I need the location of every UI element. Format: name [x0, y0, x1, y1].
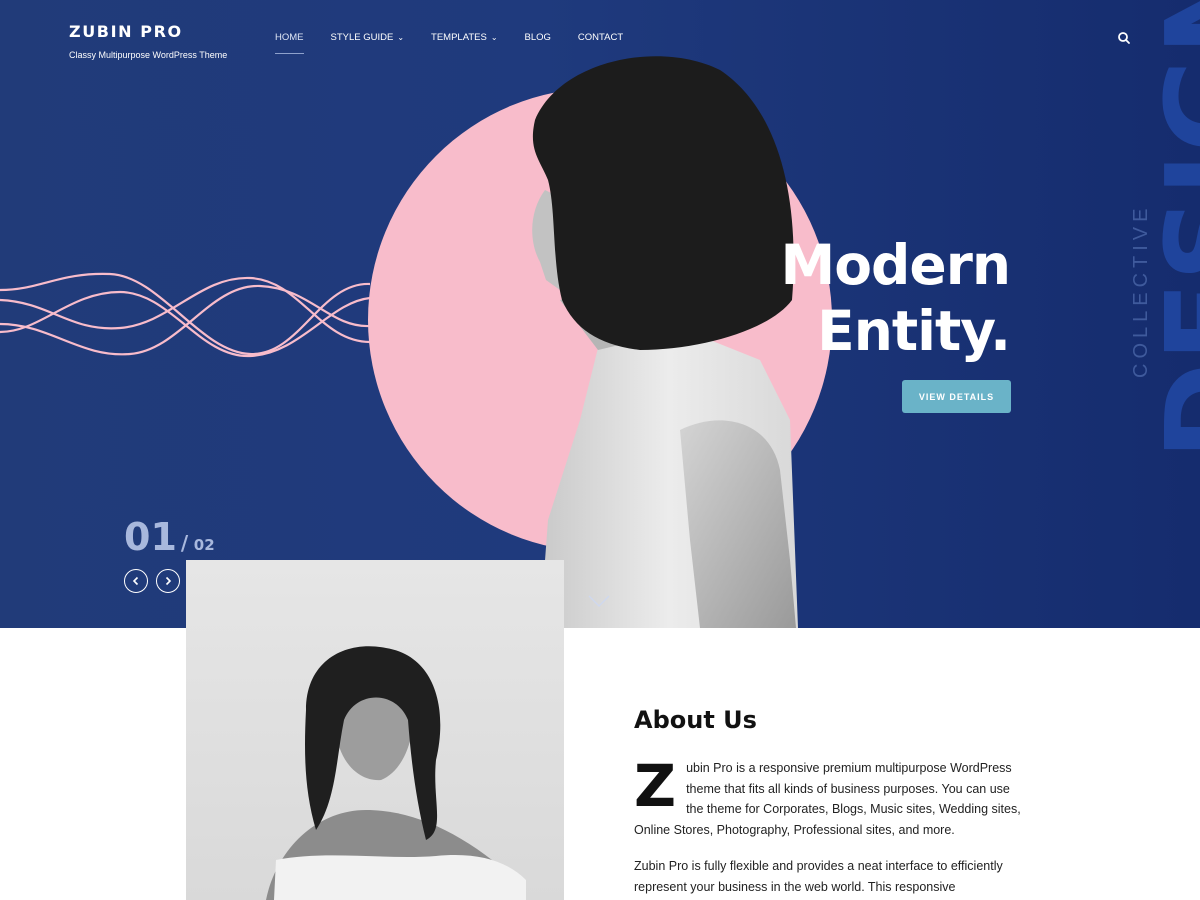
hero-headline-line2: Entity.: [817, 299, 1011, 363]
nav-item-home[interactable]: HOME: [275, 32, 304, 54]
chevron-down-icon: ⌄: [397, 33, 405, 42]
chevron-right-icon: [165, 576, 172, 586]
hero-headline: Modern Entity.: [780, 232, 1011, 364]
about-title: About Us: [634, 706, 757, 734]
nav-item-label: STYLE GUIDE: [330, 32, 394, 43]
about-dropcap: Z: [634, 752, 677, 820]
nav-item-label: BLOG: [524, 32, 551, 43]
hero-side-word-small: COLLECTIVE: [1130, 203, 1152, 378]
about-photo: [186, 560, 564, 900]
about-paragraph-2: Zubin Pro is fully flexible and provides…: [634, 859, 1003, 894]
search-button[interactable]: [1114, 28, 1134, 48]
slide-counter: 01/ 02: [124, 515, 215, 559]
view-details-button[interactable]: VIEW DETAILS: [902, 380, 1011, 413]
scroll-down-chevron-icon[interactable]: [588, 594, 610, 608]
site-title[interactable]: ZUBIN PRO: [69, 22, 227, 41]
hero-slider: DESIGN COLLECTIVE ZUBIN PRO Classy Multi…: [0, 0, 1200, 628]
about-paragraph-1-text: ubin Pro is a responsive premium multipu…: [634, 761, 1021, 837]
wave-lines-decoration: [0, 272, 371, 358]
nav-item-contact[interactable]: CONTACT: [578, 32, 623, 43]
chevron-down-icon: ⌄: [490, 33, 498, 42]
main-navigation: HOME STYLE GUIDE ⌄ TEMPLATES ⌄ BLOG CONT…: [275, 32, 650, 54]
about-woman-photo: [186, 560, 564, 900]
slider-prev-button[interactable]: [124, 569, 148, 593]
site-tagline: Classy Multipurpose WordPress Theme: [69, 50, 228, 60]
search-icon: [1118, 32, 1130, 44]
slide-total: 02: [193, 536, 215, 554]
about-paragraph-1: Zubin Pro is a responsive premium multip…: [634, 752, 1024, 840]
nav-item-label: TEMPLATES: [431, 32, 487, 43]
slider-next-button[interactable]: [156, 569, 180, 593]
nav-item-style-guide[interactable]: STYLE GUIDE ⌄: [331, 32, 405, 43]
nav-item-templates[interactable]: TEMPLATES ⌄: [431, 32, 497, 43]
about-section: About Us Zubin Pro is a responsive premi…: [634, 706, 1024, 897]
nav-item-label: CONTACT: [577, 32, 624, 43]
slide-separator: /: [180, 531, 189, 555]
nav-item-label: HOME: [275, 32, 304, 43]
hero-side-word-large: DESIGN: [1140, 0, 1200, 460]
chevron-left-icon: [132, 576, 139, 586]
hero-pink-circle: [368, 88, 832, 552]
hero-headline-line1: Modern: [780, 233, 1011, 297]
nav-item-blog[interactable]: BLOG: [525, 32, 551, 43]
slide-current: 01: [124, 515, 177, 559]
site-logo[interactable]: ZUBIN PRO Classy Multipurpose WordPress …: [69, 22, 227, 60]
